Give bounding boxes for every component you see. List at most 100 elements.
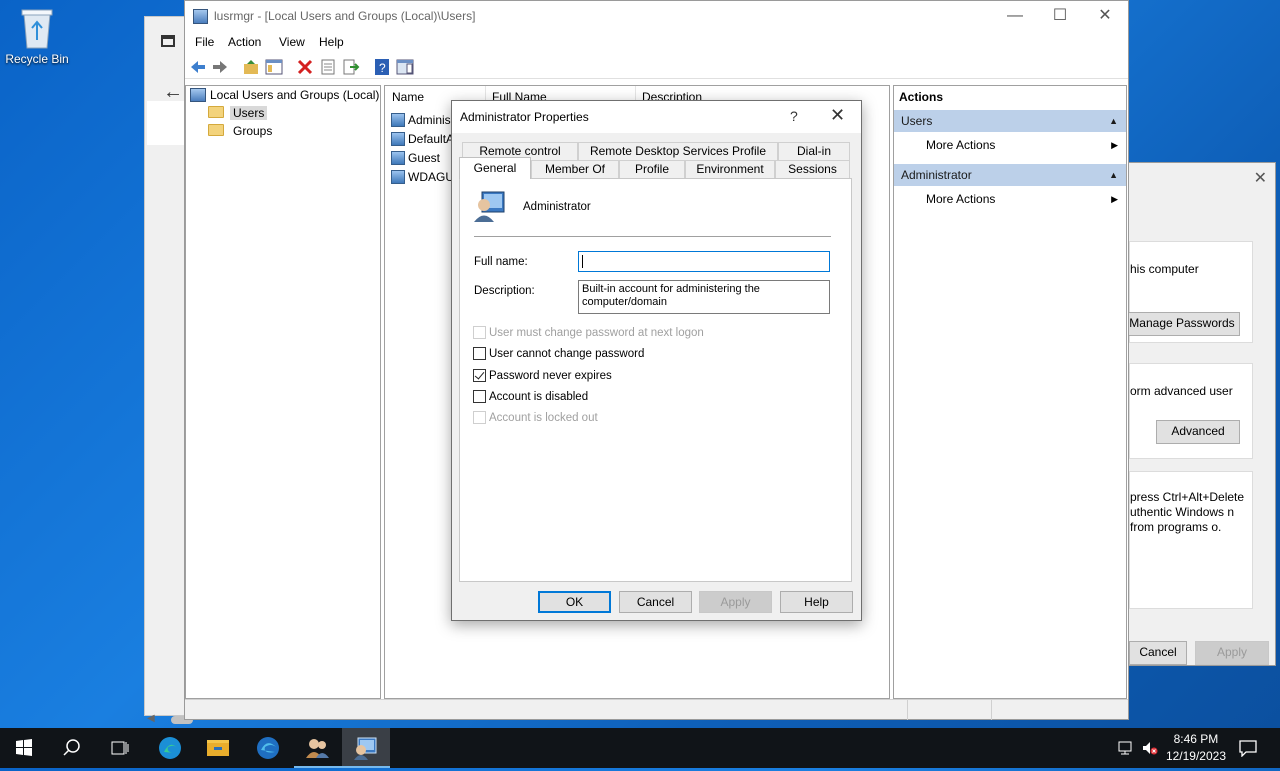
list-item-label: Guest — [408, 151, 441, 165]
checkbox-box[interactable] — [473, 369, 486, 382]
start-button[interactable] — [0, 728, 48, 768]
show-action-pane-icon[interactable] — [396, 58, 414, 76]
submenu-arrow-icon: ▶ — [1111, 194, 1118, 204]
cancel-button[interactable]: Cancel — [619, 591, 692, 613]
tab-environment[interactable]: Environment — [685, 160, 775, 178]
description-label: Description: — [474, 285, 535, 297]
search-button[interactable] — [48, 728, 96, 768]
column-header-name[interactable]: Name — [392, 90, 424, 104]
checkbox-box — [473, 411, 486, 424]
close-button[interactable]: ✕ — [1082, 1, 1128, 33]
checkbox-box[interactable] — [473, 347, 486, 360]
minimize-button[interactable]: — — [992, 1, 1038, 33]
group-text-3: press Ctrl+Alt+Delete uthentic Windows n… — [1130, 490, 1245, 534]
folder-icon — [207, 740, 229, 756]
actions-section-administrator[interactable]: Administrator ▲ — [894, 164, 1126, 186]
menu-file[interactable]: File — [195, 35, 214, 49]
edge-icon — [257, 737, 279, 759]
checkbox-label: User must change password at next logon — [489, 327, 704, 339]
svg-text:?: ? — [379, 61, 386, 75]
title-bar[interactable]: lusrmgr - [Local Users and Groups (Local… — [185, 1, 1128, 33]
more-actions-label: More Actions — [926, 138, 996, 152]
user-icon — [391, 132, 405, 146]
tree-item-users[interactable]: Users — [208, 105, 268, 122]
dialog-close-button[interactable]: ✕ — [830, 105, 845, 126]
more-actions-users[interactable]: More Actions ▶ — [894, 134, 1126, 156]
file-explorer-button[interactable] — [194, 728, 242, 768]
status-bar — [185, 699, 1128, 720]
help-button[interactable]: Help — [780, 591, 853, 613]
cannot-change-password-checkbox[interactable]: User cannot change password — [473, 347, 644, 363]
collapse-icon[interactable]: ▲ — [1109, 110, 1118, 132]
list-item[interactable]: WDAGU — [391, 168, 454, 186]
help-icon[interactable]: ? — [373, 58, 391, 76]
list-item[interactable]: Adminis — [391, 111, 451, 129]
menu-help[interactable]: Help — [319, 35, 344, 49]
more-actions-administrator[interactable]: More Actions ▶ — [894, 188, 1126, 210]
submenu-arrow-icon: ▶ — [1111, 140, 1118, 150]
users-icon — [306, 739, 329, 758]
task-view-button[interactable] — [96, 728, 144, 768]
collapse-icon[interactable]: ▲ — [1109, 164, 1118, 186]
user-icon — [391, 151, 405, 165]
windows-logo-icon — [16, 739, 32, 756]
list-item[interactable]: DefaultA — [391, 130, 454, 148]
export-list-icon[interactable] — [342, 58, 360, 76]
password-never-expires-checkbox[interactable]: Password never expires — [473, 369, 612, 385]
tree-root[interactable]: Local Users and Groups (Local) — [190, 87, 379, 104]
maximize-button[interactable]: ☐ — [1037, 1, 1083, 33]
advanced-group: orm advanced user Advanced — [1129, 363, 1253, 459]
tab-dial-in[interactable]: Dial-in — [778, 142, 850, 160]
notifications-icon[interactable] — [1238, 739, 1258, 757]
menu-action[interactable]: Action — [228, 35, 261, 49]
checkbox-box — [473, 326, 486, 339]
fullname-field[interactable] — [578, 251, 830, 272]
network-icon[interactable] — [1117, 740, 1135, 756]
tab-general[interactable]: General — [459, 157, 531, 179]
background-user-accounts-window[interactable]: ✕ his computer Manage Passwords orm adva… — [1124, 162, 1276, 666]
cancel-button-bg[interactable]: Cancel — [1129, 641, 1187, 665]
up-folder-icon[interactable] — [242, 58, 260, 76]
computer-users-icon — [190, 88, 206, 102]
list-item[interactable]: Guest — [391, 149, 440, 167]
volume-muted-icon[interactable] — [1141, 740, 1159, 756]
tab-sessions[interactable]: Sessions — [775, 160, 850, 178]
actions-section-users[interactable]: Users ▲ — [894, 110, 1126, 132]
description-field[interactable]: Built-in account for administering the c… — [578, 280, 830, 314]
show-hide-tree-icon[interactable] — [265, 58, 283, 76]
tab-member-of[interactable]: Member Of — [531, 160, 619, 178]
toolbar: ? — [185, 54, 1128, 79]
checkbox-box[interactable] — [473, 390, 486, 403]
window-title: lusrmgr - [Local Users and Groups (Local… — [214, 9, 476, 23]
computer-users-icon — [354, 737, 377, 760]
back-icon[interactable] — [189, 58, 207, 76]
delete-icon[interactable] — [296, 58, 314, 76]
lusrmgr-taskbar-button[interactable] — [342, 728, 390, 768]
list-item-label: Adminis — [408, 113, 451, 127]
manage-passwords-button[interactable]: Manage Passwords — [1124, 312, 1240, 336]
dialog-help-button[interactable]: ? — [790, 108, 798, 124]
tab-remote-desktop-services-profile[interactable]: Remote Desktop Services Profile — [578, 142, 778, 160]
account-disabled-checkbox[interactable]: Account is disabled — [473, 390, 588, 406]
menu-bar: File Action View Help — [185, 33, 1128, 53]
properties-icon[interactable] — [319, 58, 337, 76]
recycle-bin-icon[interactable]: Recycle Bin — [4, 6, 70, 66]
edge-taskbar-button[interactable] — [146, 728, 194, 768]
dialog-title: Administrator Properties — [460, 110, 589, 124]
forward-icon[interactable] — [211, 58, 229, 76]
edge-dev-taskbar-button[interactable] — [244, 728, 292, 768]
tab-profile[interactable]: Profile — [619, 160, 685, 178]
administrator-properties-dialog[interactable]: Administrator Properties ? ✕ Remote cont… — [451, 100, 862, 621]
list-item-label: DefaultA — [408, 132, 455, 146]
close-icon[interactable]: ✕ — [1254, 168, 1267, 188]
advanced-button[interactable]: Advanced — [1156, 420, 1240, 444]
checkbox-label: User cannot change password — [489, 348, 645, 360]
scroll-left-icon[interactable]: ◀ — [147, 713, 155, 724]
menu-view[interactable]: View — [279, 35, 305, 49]
dialog-title-bar[interactable]: Administrator Properties ? ✕ — [452, 101, 861, 133]
clock[interactable]: 8:46 PM 12/19/2023 — [1166, 731, 1226, 765]
more-actions-label: More Actions — [926, 192, 996, 206]
tree-item-groups[interactable]: Groups — [208, 123, 272, 140]
users-app-taskbar-button[interactable] — [294, 728, 342, 768]
ok-button[interactable]: OK — [538, 591, 611, 613]
